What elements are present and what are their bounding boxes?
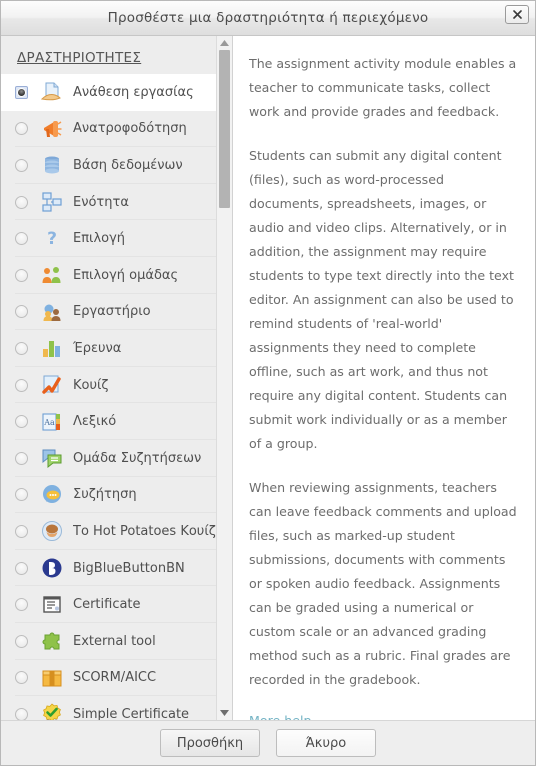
activity-label: Κουίζ (73, 377, 109, 393)
activity-radio-button[interactable] (15, 85, 28, 99)
description-paragraph: Students can submit any digital content … (249, 148, 514, 451)
activity-label: Επιλογή ομάδας (73, 267, 179, 283)
add-activity-dialog: Προσθέστε μια δραστηριότητα ή περιεχόμεν… (0, 0, 536, 766)
activity-radio-button[interactable] (15, 378, 28, 392)
activity-radio-button[interactable] (15, 451, 28, 465)
activity-radio-button[interactable] (15, 122, 28, 136)
workshop-icon (41, 301, 63, 323)
simple-certificate-icon (41, 703, 63, 720)
glossary-book-icon: Aa (41, 411, 63, 433)
activity-radio-button[interactable] (15, 561, 28, 575)
activity-radio-button[interactable] (15, 671, 28, 685)
forum-icon (41, 447, 63, 469)
activity-list-item[interactable]: Ενότητα (1, 184, 232, 221)
activity-radio-button[interactable] (15, 707, 28, 720)
feedback-megaphone-icon (41, 118, 63, 140)
activity-label: Βάση δεδομένων (73, 157, 183, 173)
activity-list-item[interactable]: Κουίζ (1, 367, 232, 404)
close-x-glyph (512, 10, 522, 19)
activity-label: Simple Certificate (73, 706, 190, 720)
certificate-icon (41, 594, 63, 616)
group-choice-icon (41, 264, 63, 286)
activity-list-item[interactable]: Ανάθεση εργασίας (1, 74, 232, 111)
dialog-body: ΔΡΑΣΤΗΡΙΟΤΗΤΕΣ Ανάθεση εργασίας Ανατροφοδ… (1, 36, 535, 720)
activity-radio-button[interactable] (15, 158, 28, 172)
activity-label: Certificate (73, 597, 141, 613)
svg-text:Aa: Aa (43, 418, 55, 427)
activity-list-item[interactable]: Βάση δεδομένων (1, 147, 232, 184)
activities-section-title: ΔΡΑΣΤΗΡΙΟΤΗΤΕΣ (1, 36, 232, 74)
activity-radio-button[interactable] (15, 232, 28, 246)
add-button[interactable]: Προσθήκη (160, 729, 260, 757)
activity-label: Λεξικό (73, 414, 117, 430)
activity-list-item[interactable]: Ανατροφοδότηση (1, 111, 232, 148)
activity-radio-button[interactable] (15, 634, 28, 648)
choice-question-icon: ? (41, 228, 63, 250)
activity-list-item[interactable]: Επιλογή ομάδας (1, 257, 232, 294)
chat-bubble-icon (41, 484, 63, 506)
activities-pane: ΔΡΑΣΤΗΡΙΟΤΗΤΕΣ Ανάθεση εργασίας Ανατροφοδ… (1, 36, 233, 720)
activity-label: BigBlueButtonBN (73, 560, 185, 576)
activity-radio-button[interactable] (15, 598, 28, 612)
activity-list-item[interactable]: Έρευνα (1, 330, 232, 367)
activity-label: Συζήτηση (73, 487, 137, 503)
description-paragraph: The assignment activity module enables a… (249, 56, 517, 119)
external-tool-puzzle-icon (41, 630, 63, 652)
activity-radio-button[interactable] (15, 488, 28, 502)
activity-radio-button[interactable] (15, 268, 28, 282)
scrollbar-track[interactable] (217, 50, 232, 706)
activity-label: Ομάδα Συζητήσεων (73, 450, 202, 466)
activity-label: Έρευνα (73, 340, 122, 356)
database-icon (41, 154, 63, 176)
activity-list-item[interactable]: BigBlueButtonBN (1, 550, 232, 587)
svg-text:?: ? (47, 229, 57, 249)
activity-label: Επιλογή (73, 231, 126, 247)
activity-list-item[interactable]: External tool (1, 623, 232, 660)
activity-list[interactable]: Ανάθεση εργασίας Ανατροφοδότηση Βάση δεδομ… (1, 74, 232, 720)
bigbluebutton-icon (41, 557, 63, 579)
activity-list-item[interactable]: Εργαστήριο (1, 294, 232, 331)
activity-list-item[interactable]: Certificate (1, 586, 232, 623)
dialog-footer: Προσθήκη Άκυρο (1, 720, 535, 765)
activity-label: Ενότητα (73, 194, 129, 210)
description-paragraph: When reviewing assignments, teachers can… (249, 480, 517, 687)
cancel-button[interactable]: Άκυρο (276, 729, 376, 757)
scorm-package-icon (41, 667, 63, 689)
activity-label: SCORM/AICC (73, 670, 157, 686)
activity-radio-button[interactable] (15, 524, 28, 538)
activity-radio-button[interactable] (15, 305, 28, 319)
activity-list-item[interactable]: SCORM/AICC (1, 660, 232, 697)
activity-list-item[interactable]: Aa Λεξικό (1, 403, 232, 440)
scroll-down-arrow-icon[interactable] (217, 706, 232, 720)
survey-barchart-icon (41, 337, 63, 359)
dialog-titlebar: Προσθέστε μια δραστηριότητα ή περιεχόμεν… (1, 1, 535, 36)
activity-label: Ανάθεση εργασίας (73, 84, 194, 100)
activity-list-scrollbar[interactable] (216, 36, 232, 720)
activity-list-item[interactable]: Συζήτηση (1, 477, 232, 514)
activity-list-item[interactable]: ? Επιλογή (1, 220, 232, 257)
close-icon[interactable] (505, 5, 529, 24)
activity-list-item[interactable]: Το Hot Potatoes Κουίζ (1, 513, 232, 550)
activity-label: Ανατροφοδότηση (73, 121, 187, 137)
activity-radio-button[interactable] (15, 341, 28, 355)
dialog-title: Προσθέστε μια δραστηριότητα ή περιεχόμεν… (107, 10, 429, 26)
assignment-icon (41, 81, 63, 103)
activity-description-pane: The assignment activity module enables a… (233, 36, 535, 720)
lesson-flowchart-icon (41, 191, 63, 213)
quiz-checkmark-icon (41, 374, 63, 396)
activity-radio-button[interactable] (15, 415, 28, 429)
scrollbar-thumb[interactable] (219, 50, 230, 208)
activity-label: Εργαστήριο (73, 304, 151, 320)
description-text: The assignment activity module enables a… (249, 52, 519, 692)
activity-list-item[interactable]: Simple Certificate (1, 696, 232, 720)
activity-label: External tool (73, 633, 156, 649)
activity-radio-button[interactable] (15, 195, 28, 209)
hot-potatoes-icon (41, 520, 63, 542)
activity-list-item[interactable]: Ομάδα Συζητήσεων (1, 440, 232, 477)
more-help-link[interactable]: More help (249, 713, 311, 720)
scroll-up-arrow-icon[interactable] (217, 36, 232, 50)
activity-label: Το Hot Potatoes Κουίζ (73, 523, 216, 539)
